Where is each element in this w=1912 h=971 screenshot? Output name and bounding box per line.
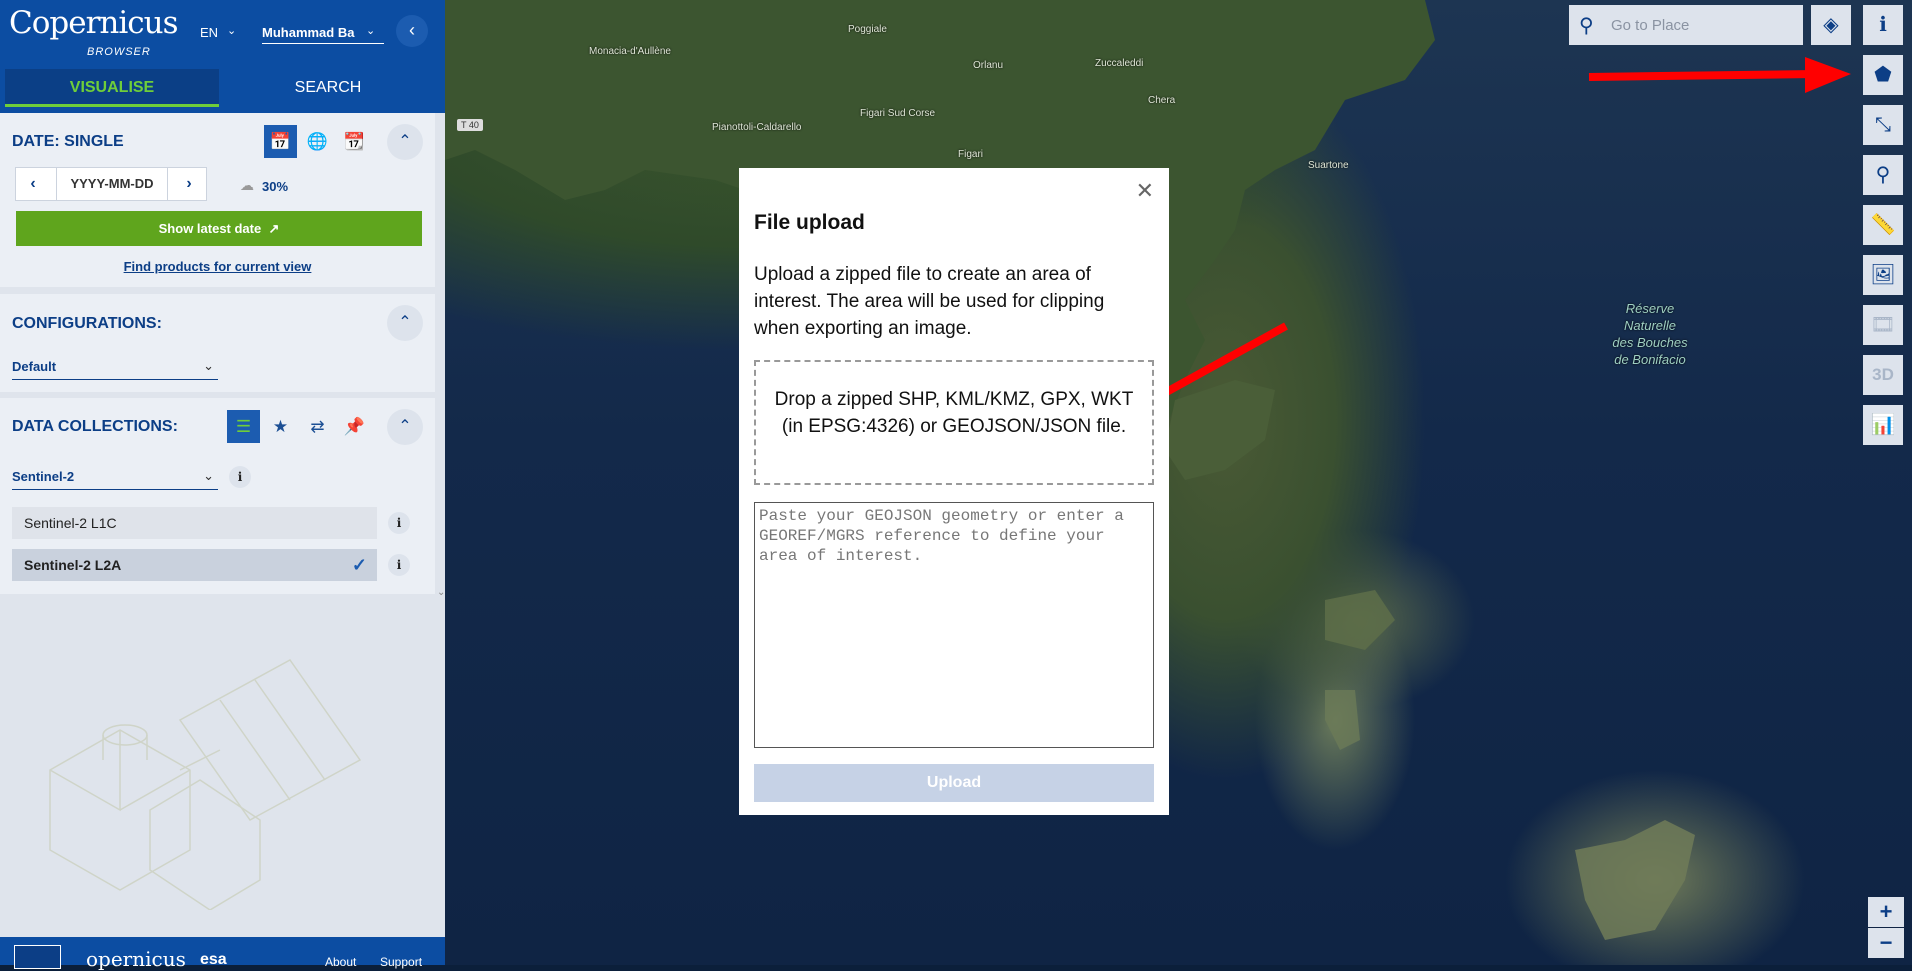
3d-icon[interactable]: 3D bbox=[1863, 355, 1903, 395]
chevron-down-icon: ⌄ bbox=[203, 468, 214, 483]
search-icon: ⚲ bbox=[1579, 15, 1594, 37]
support-link[interactable]: Support bbox=[380, 955, 422, 969]
map-terrain bbox=[445, 0, 1695, 940]
checkmark-icon: ✓ bbox=[351, 555, 367, 575]
calendar-single-icon[interactable]: 📅 bbox=[264, 125, 297, 158]
map-label: Orlanu bbox=[973, 60, 1004, 71]
collections-panel-title: DATA COLLECTIONS: bbox=[12, 418, 178, 435]
about-link[interactable]: About bbox=[325, 955, 356, 969]
collection-item[interactable]: Sentinel-2 L1C bbox=[12, 507, 377, 539]
satellite-illustration bbox=[49, 659, 362, 910]
date-input[interactable]: YYYY-MM-DD bbox=[56, 168, 168, 200]
chevron-down-icon: ⌄ bbox=[227, 25, 237, 37]
tab-search[interactable]: SEARCH bbox=[225, 69, 431, 107]
chevron-down-icon: ⌄ bbox=[366, 25, 376, 37]
timelapse-film-icon[interactable]: 🎞 bbox=[1863, 305, 1903, 345]
collection-select[interactable]: Sentinel-2 ⌄ bbox=[12, 468, 218, 490]
collapse-sidebar-button[interactable]: ‹ bbox=[396, 15, 428, 47]
cloud-icon: ☁ bbox=[240, 177, 254, 193]
eu-flag-icon bbox=[14, 945, 61, 969]
scrollbar-arrow-icon[interactable]: ⌄ bbox=[437, 587, 445, 598]
image-download-icon[interactable]: 🖼 bbox=[1863, 255, 1903, 295]
calendar-range-icon[interactable]: 📆 bbox=[338, 125, 371, 158]
zoom-out-button[interactable]: − bbox=[1868, 928, 1904, 958]
find-products-link[interactable]: Find products for current view bbox=[0, 259, 435, 274]
zoom-in-button[interactable]: + bbox=[1868, 897, 1904, 927]
configuration-select[interactable]: Default ⌄ bbox=[12, 358, 218, 380]
copernicus-logo: Copernicus BROWSER bbox=[9, 5, 179, 58]
map-label: Poggiale bbox=[848, 24, 887, 35]
config-panel-title: CONFIGURATIONS: bbox=[12, 315, 162, 332]
search-input[interactable] bbox=[1609, 5, 1799, 45]
info-icon[interactable]: i bbox=[388, 512, 410, 534]
file-dropzone[interactable]: Drop a zipped SHP, KML/KMZ, GPX, WKT (in… bbox=[754, 360, 1154, 485]
annotation-arrow bbox=[1588, 57, 1851, 93]
collapse-date-panel-button[interactable]: ⌃ bbox=[387, 124, 423, 160]
prev-date-button[interactable]: ‹ bbox=[16, 168, 50, 200]
language-select[interactable]: EN bbox=[200, 25, 218, 40]
polygon-aoi-icon[interactable]: ⬟ bbox=[1863, 55, 1903, 95]
esa-logo: esa bbox=[200, 951, 227, 968]
line-measure-icon[interactable]: ⤡ bbox=[1863, 105, 1903, 145]
show-latest-date-button[interactable]: Show latest date ↗ bbox=[16, 211, 422, 246]
file-upload-modal: ✕ File upload Upload a zipped file to cr… bbox=[739, 168, 1169, 815]
close-icon[interactable]: ✕ bbox=[1136, 178, 1154, 204]
info-icon[interactable]: i bbox=[229, 466, 251, 488]
tab-visualise[interactable]: VISUALISE bbox=[5, 69, 219, 107]
external-arrow-icon: ↗ bbox=[264, 221, 280, 236]
sidebar-footer: opernicus esa About Support bbox=[0, 937, 445, 971]
modal-title: File upload bbox=[754, 211, 865, 234]
info-icon[interactable]: ℹ bbox=[1863, 5, 1903, 45]
chevron-down-icon: ⌄ bbox=[203, 358, 214, 373]
map-label: Zuccaleddi bbox=[1095, 58, 1144, 69]
cloud-coverage-value[interactable]: 30% bbox=[262, 179, 288, 194]
place-search: ⚲ bbox=[1569, 5, 1803, 45]
star-icon[interactable]: ★ bbox=[264, 410, 297, 443]
date-picker: ‹ YYYY-MM-DD › bbox=[15, 167, 207, 201]
map-label: Chera bbox=[1148, 95, 1176, 106]
sidebar-header: Copernicus BROWSER EN ⌄ Muhammad Ba ⌄ ‹ bbox=[0, 0, 445, 65]
layers-icon[interactable]: ☰ bbox=[227, 410, 260, 443]
collapse-collections-panel-button[interactable]: ⌃ bbox=[387, 409, 423, 445]
date-panel-title: DATE: SINGLE bbox=[12, 133, 124, 150]
road-badge: T 40 bbox=[457, 119, 483, 131]
chart-icon[interactable]: 📊 bbox=[1863, 405, 1903, 445]
sidebar: Copernicus BROWSER EN ⌄ Muhammad Ba ⌄ ‹ … bbox=[0, 0, 445, 971]
next-date-button[interactable]: › bbox=[172, 168, 206, 200]
info-icon[interactable]: i bbox=[388, 554, 410, 576]
modal-description: Upload a zipped file to create an area o… bbox=[754, 264, 1105, 339]
copernicus-footer-logo: opernicus bbox=[86, 947, 186, 971]
collection-item[interactable]: Sentinel-2 L2A ✓ bbox=[12, 549, 377, 581]
geojson-input[interactable] bbox=[754, 502, 1154, 748]
map-label: Figari bbox=[958, 149, 984, 160]
tab-bar: VISUALISE SEARCH bbox=[0, 65, 445, 113]
map-label: Figari Sud Corse bbox=[860, 108, 936, 119]
reserve-label: Réserve Naturelle des Bouches de Bonifac… bbox=[1612, 301, 1688, 367]
poi-pin-icon[interactable]: ⚲ bbox=[1863, 155, 1903, 195]
upload-button[interactable]: Upload bbox=[754, 764, 1154, 802]
ruler-icon[interactable]: 📏 bbox=[1863, 205, 1903, 245]
map-canvas[interactable]: Monacia-d'Aullène Poggiale Orlanu Zuccal… bbox=[445, 0, 1912, 965]
map-label: Monacia-d'Aullène bbox=[589, 46, 671, 57]
collapse-config-panel-button[interactable]: ⌃ bbox=[387, 305, 423, 341]
layers-toggle-icon[interactable]: ◈ bbox=[1811, 5, 1851, 45]
compare-icon[interactable]: ⇄ bbox=[301, 410, 334, 443]
pin-icon[interactable]: 📌 bbox=[338, 410, 371, 443]
map-label: Pianottoli-Caldarello bbox=[712, 122, 802, 133]
map-label: Suartone bbox=[1308, 160, 1349, 171]
globe-icon[interactable]: 🌐 bbox=[301, 125, 334, 158]
